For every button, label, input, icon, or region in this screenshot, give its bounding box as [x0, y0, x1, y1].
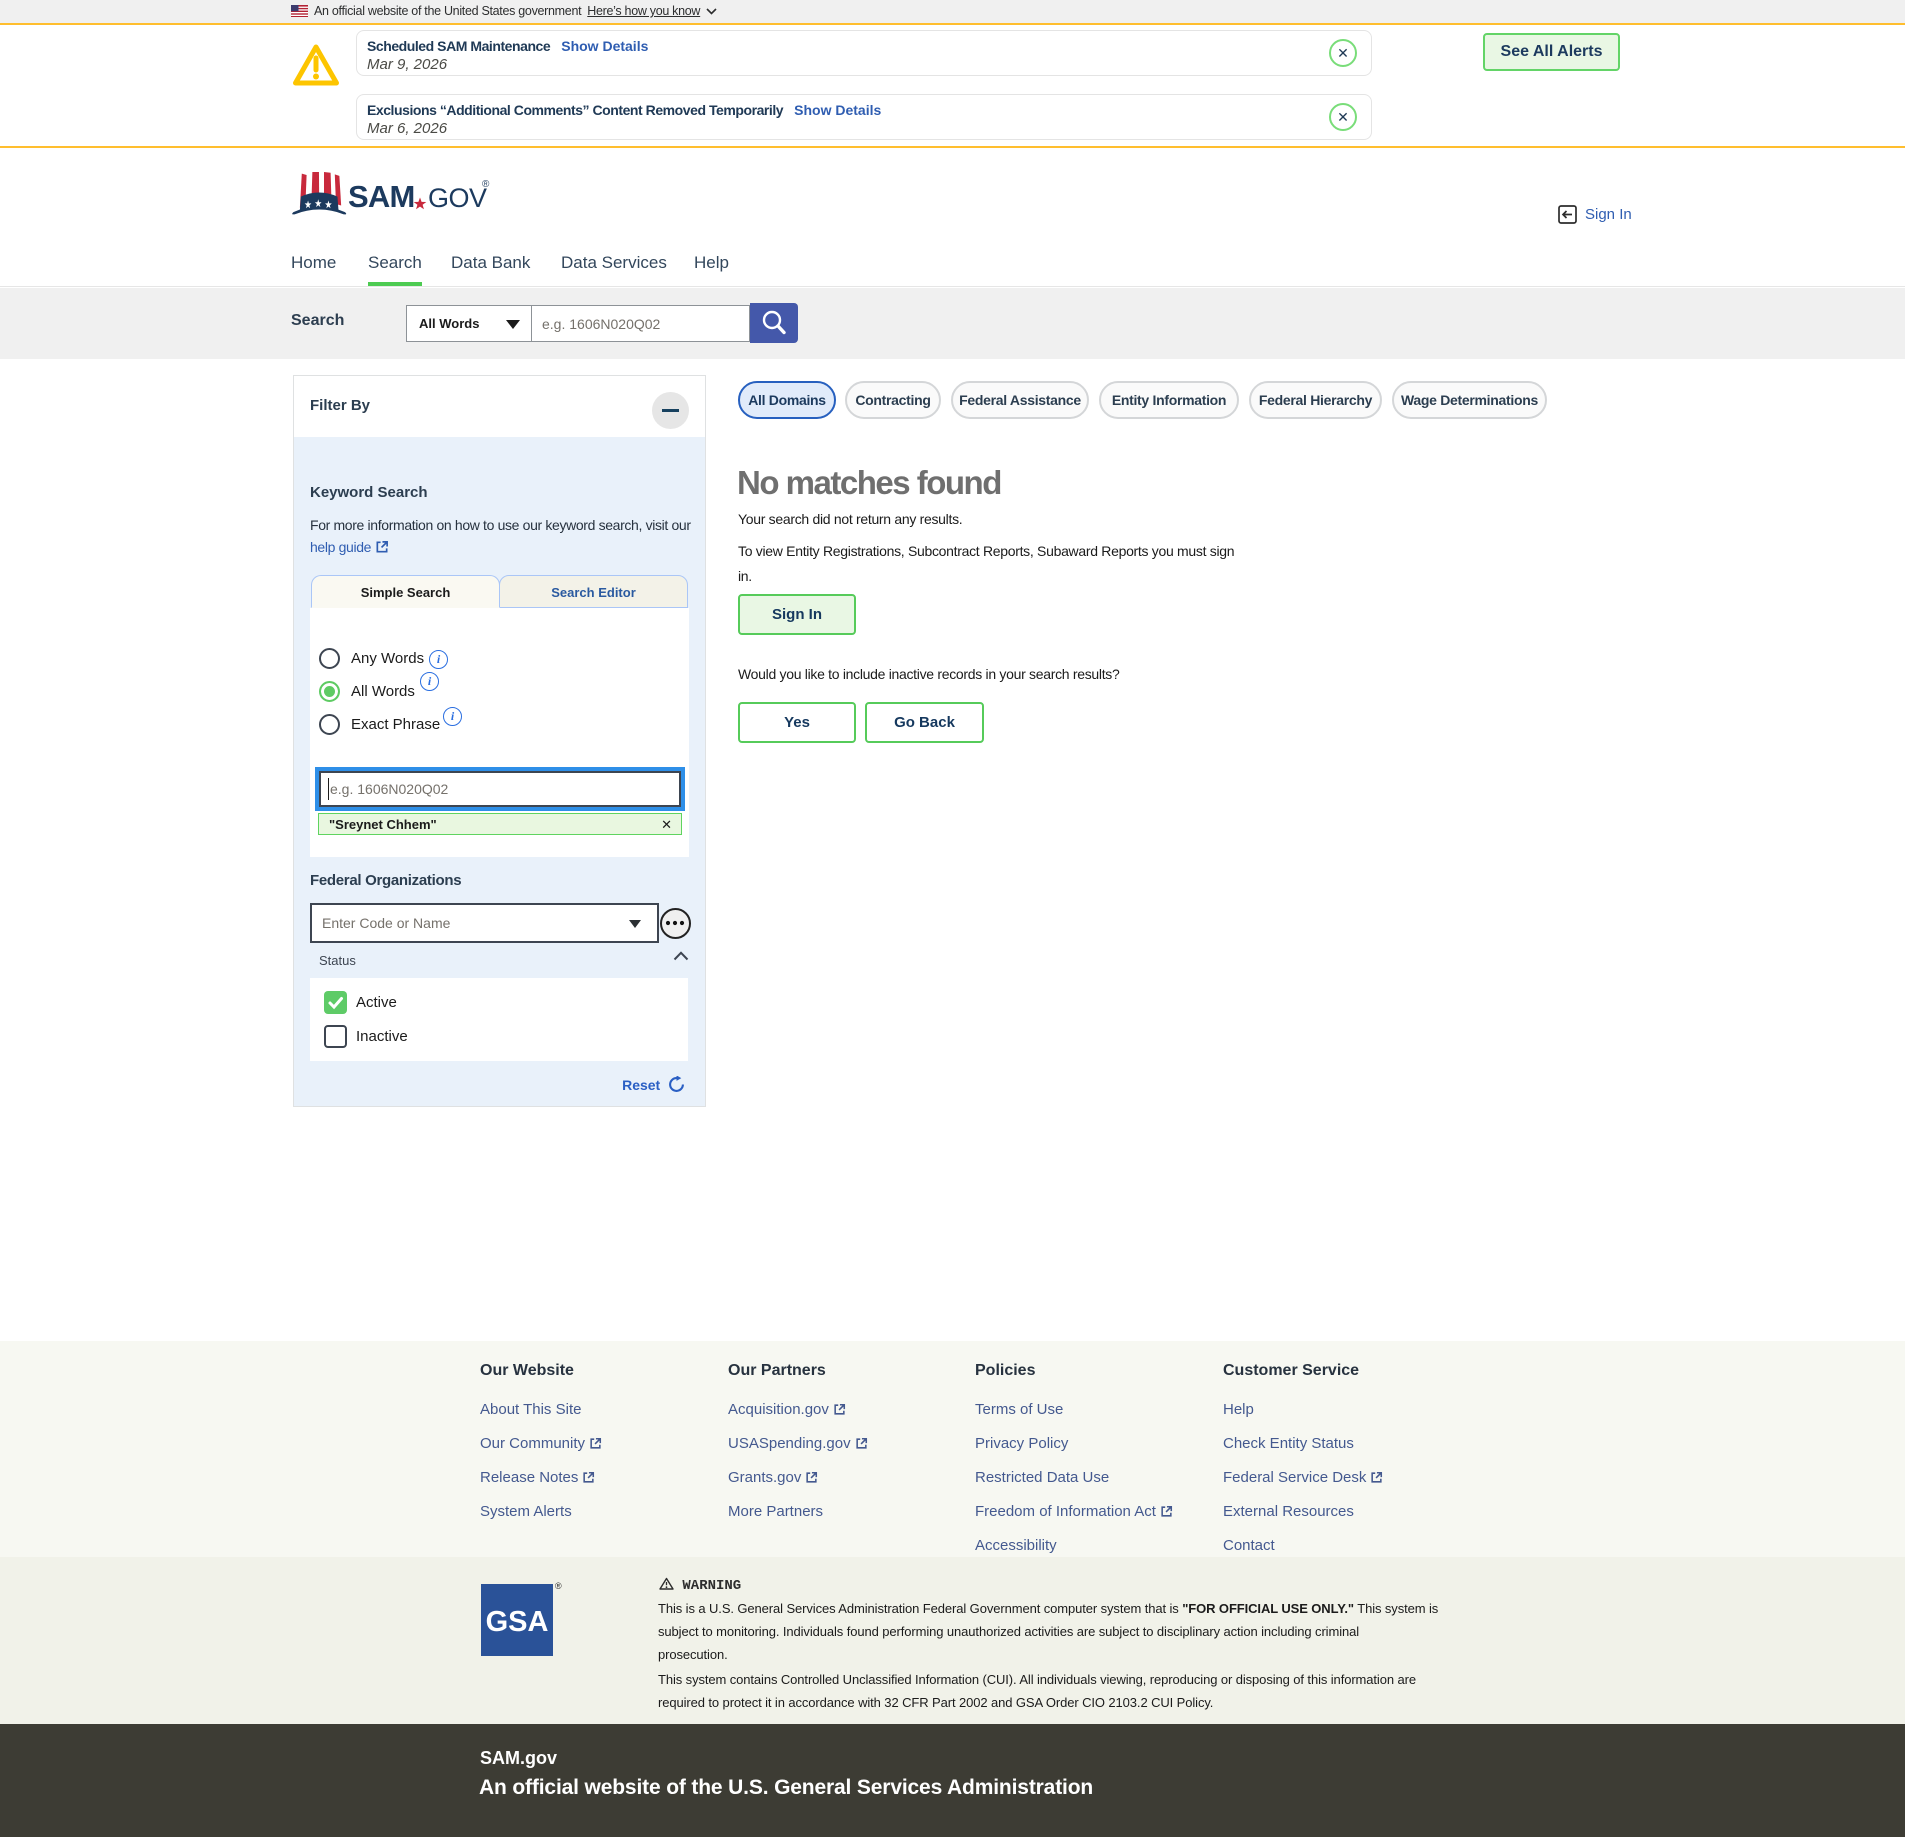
svg-text:GOV: GOV: [428, 183, 487, 213]
svg-text:GSA: GSA: [486, 1606, 549, 1638]
svg-text:®: ®: [482, 179, 490, 190]
svg-text:SAM: SAM: [348, 179, 415, 214]
